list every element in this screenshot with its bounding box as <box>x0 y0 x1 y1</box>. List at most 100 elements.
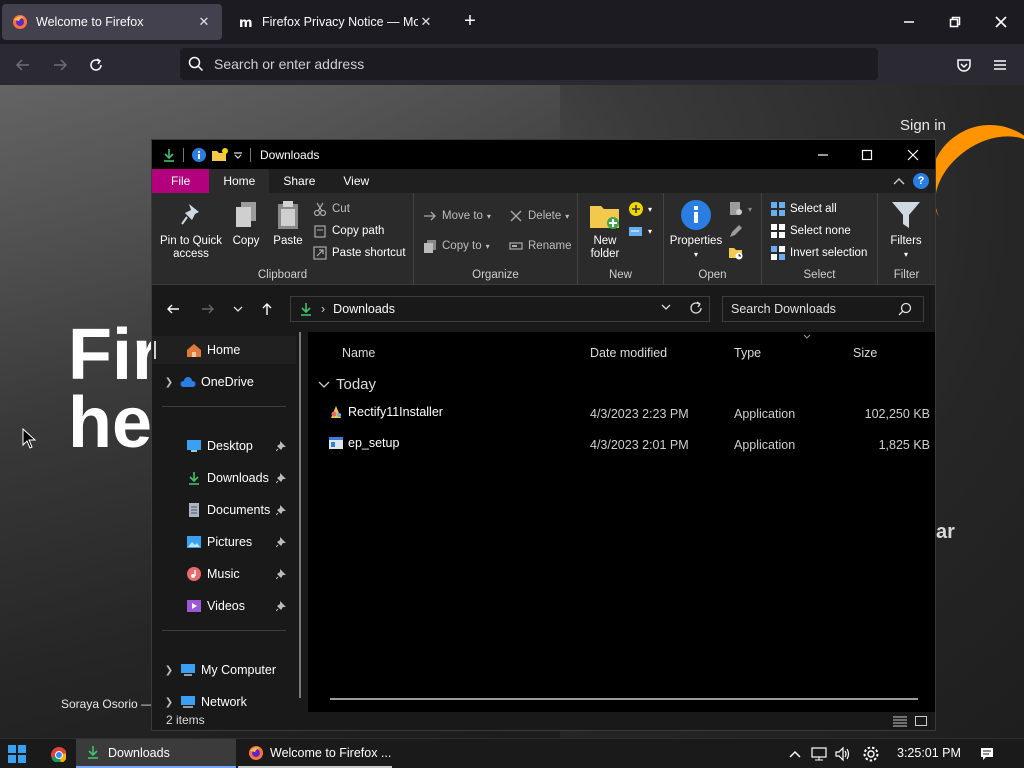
nav-item-documents[interactable]: Documents <box>152 496 296 524</box>
pin-to-quick-access-button[interactable]: Pin to Quick access <box>158 199 224 261</box>
rename-button[interactable]: Rename <box>508 238 571 254</box>
taskbar-chrome[interactable] <box>40 739 74 768</box>
start-button[interactable] <box>8 745 26 763</box>
nav-item-onedrive[interactable]: ❯ OneDrive <box>152 368 296 396</box>
explorer-close-button[interactable] <box>890 140 936 169</box>
nav-item-videos[interactable]: Videos <box>152 592 296 620</box>
select-all-button[interactable]: Select all <box>770 201 837 217</box>
explorer-maximize-button[interactable] <box>844 140 890 169</box>
file-row[interactable]: ep_setup 4/3/2023 2:01 PM Application 1,… <box>322 431 930 459</box>
copy-path-button[interactable]: Copy path <box>312 223 384 239</box>
copy-path-label: Copy path <box>332 225 385 237</box>
new-tab-button[interactable]: + <box>458 10 482 34</box>
chevron-right-icon[interactable]: ❯ <box>160 665 178 676</box>
url-input[interactable] <box>214 56 814 72</box>
nav-scrollbar[interactable] <box>299 332 301 698</box>
nav-item-desktop[interactable]: Desktop <box>152 432 296 460</box>
move-to-button[interactable]: Move to ▾ <box>422 208 491 224</box>
show-hidden-icons-button[interactable] <box>784 745 806 763</box>
close-window-button[interactable] <box>978 0 1024 44</box>
computer-icon <box>181 664 195 676</box>
edit-button[interactable] <box>728 223 748 239</box>
notifications-button[interactable] <box>976 745 998 763</box>
breadcrumb-location[interactable]: Downloads <box>333 302 395 316</box>
search-input[interactable] <box>731 302 891 316</box>
close-tab-icon[interactable]: ✕ <box>418 14 434 30</box>
new-folder-icon[interactable] <box>211 147 229 163</box>
invert-selection-button[interactable]: Invert selection <box>770 245 867 261</box>
minimize-icon <box>818 153 828 156</box>
taskbar-clock[interactable]: 3:25:01 PM <box>897 746 961 760</box>
back-button[interactable] <box>10 52 36 78</box>
search-box[interactable] <box>722 296 924 322</box>
forward-button[interactable] <box>47 52 73 78</box>
refresh-icon[interactable] <box>689 301 703 318</box>
properties-button[interactable]: Properties ▾ <box>668 199 724 261</box>
details-view-icon[interactable] <box>892 715 908 727</box>
status-bar: 2 items <box>152 712 935 730</box>
filters-button[interactable]: Filters ▾ <box>884 199 928 261</box>
history-button[interactable] <box>728 245 748 261</box>
column-header-size[interactable]: Size <box>853 346 877 360</box>
taskbar-downloads[interactable]: Downloads <box>76 739 236 768</box>
new-folder-button[interactable]: New folder <box>586 199 624 261</box>
tab-privacy-notice[interactable]: m Firefox Privacy Notice — Mozilla ✕ <box>228 4 444 40</box>
volume-tray-icon[interactable] <box>832 745 854 763</box>
select-none-button[interactable]: Select none <box>770 223 851 239</box>
paste-shortcut-button[interactable]: Paste shortcut <box>312 245 406 261</box>
file-row[interactable]: Rectify11Installer 4/3/2023 2:23 PM Appl… <box>322 400 930 428</box>
settings-tray-icon[interactable] <box>860 745 882 763</box>
column-header-name[interactable]: Name <box>342 346 375 360</box>
nav-item-music[interactable]: Music <box>152 560 296 588</box>
breadcrumb-address-box[interactable]: › Downloads <box>290 296 710 322</box>
tab-welcome-to-firefox[interactable]: Welcome to Firefox ✕ <box>2 4 222 40</box>
minimize-button[interactable] <box>886 0 932 44</box>
nav-item-my-computer[interactable]: ❯ My Computer <box>152 656 296 684</box>
copy-button[interactable]: Copy <box>228 199 264 248</box>
chevron-down-icon: ▾ <box>565 211 570 221</box>
menu-button[interactable] <box>987 52 1013 78</box>
pocket-button[interactable] <box>951 52 977 78</box>
column-header-type[interactable]: Type <box>734 346 761 360</box>
address-bar[interactable] <box>180 48 878 80</box>
explorer-back-button[interactable] <box>162 298 184 320</box>
horizontal-scrollbar[interactable] <box>330 698 918 700</box>
taskbar-firefox[interactable]: Welcome to Firefox ... <box>238 739 392 768</box>
nav-item-downloads[interactable]: Downloads <box>152 464 296 492</box>
up-button[interactable] <box>256 298 278 320</box>
group-header-today[interactable]: Today <box>318 376 376 393</box>
chevron-right-icon[interactable]: ❯ <box>160 697 178 708</box>
tab-share[interactable]: Share <box>269 169 329 193</box>
tab-view[interactable]: View <box>329 169 383 193</box>
explorer-forward-button[interactable] <box>197 298 219 320</box>
copy-to-button[interactable]: Copy to ▾ <box>422 238 490 254</box>
column-header-date[interactable]: Date modified <box>590 346 667 360</box>
open-button[interactable]: ▾ <box>728 201 752 217</box>
properties-info-icon[interactable] <box>191 147 207 163</box>
tab-file[interactable]: File <box>152 169 210 193</box>
restore-button[interactable] <box>932 0 978 44</box>
help-icon[interactable]: ? <box>913 173 929 189</box>
delete-button[interactable]: Delete ▾ <box>508 208 569 224</box>
nav-item-home[interactable]: Home <box>152 336 296 364</box>
explorer-minimize-button[interactable] <box>800 140 846 169</box>
collapse-ribbon-icon[interactable] <box>893 176 905 186</box>
search-icon[interactable] <box>898 302 912 316</box>
new-item-button[interactable]: ▾ <box>628 201 652 217</box>
nav-label: Desktop <box>207 439 253 453</box>
paste-button[interactable]: Paste <box>270 199 306 248</box>
close-tab-icon[interactable]: ✕ <box>196 14 212 30</box>
easy-access-button[interactable]: ▾ <box>628 223 652 239</box>
address-dropdown-icon[interactable] <box>661 301 671 315</box>
chevron-right-icon[interactable]: ❯ <box>160 377 178 388</box>
chevron-down-icon[interactable] <box>233 150 243 160</box>
nav-item-pictures[interactable]: Pictures <box>152 528 296 556</box>
network-tray-icon[interactable] <box>808 745 830 763</box>
tab-home[interactable]: Home <box>209 169 270 193</box>
cut-button[interactable]: Cut <box>312 201 350 217</box>
large-icons-view-icon[interactable] <box>914 715 928 727</box>
breadcrumb-chevron-icon[interactable]: › <box>321 302 325 316</box>
recent-locations-button[interactable] <box>227 298 249 320</box>
reload-button[interactable] <box>83 52 109 78</box>
sign-in-link[interactable]: Sign in <box>900 117 946 134</box>
